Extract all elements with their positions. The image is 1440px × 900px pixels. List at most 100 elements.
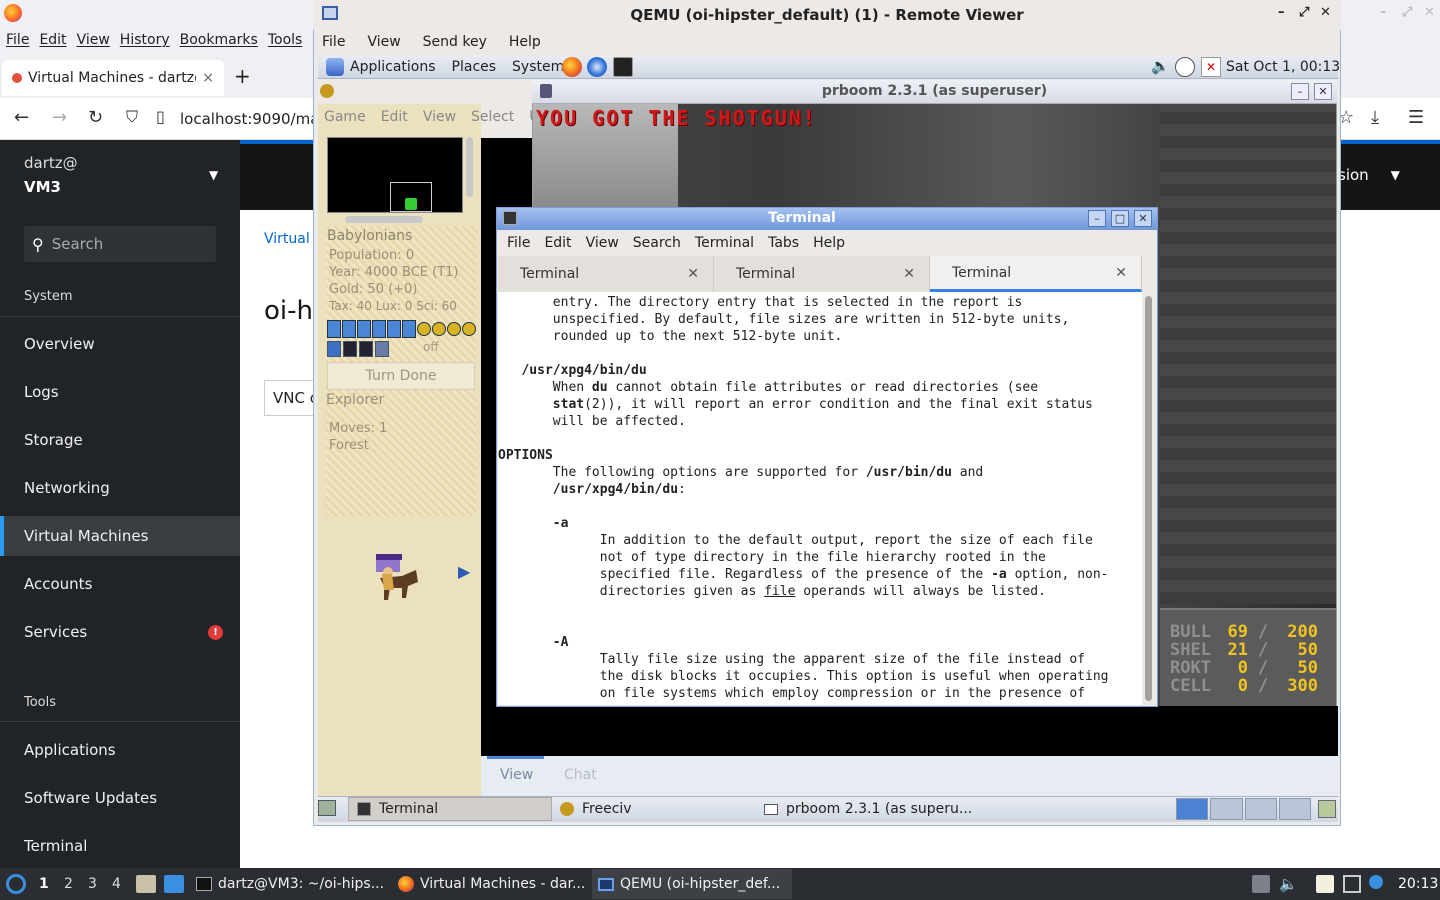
firefox-launcher-icon[interactable] bbox=[562, 57, 582, 77]
workspace-1[interactable] bbox=[1176, 798, 1209, 820]
menu-help[interactable]: Help bbox=[509, 34, 541, 50]
tab-close-icon[interactable]: × bbox=[202, 70, 214, 86]
minimap-scrollbar[interactable] bbox=[466, 137, 473, 197]
menu-terminal[interactable]: Terminal bbox=[695, 235, 754, 251]
menu-history[interactable]: History bbox=[120, 32, 170, 48]
forward-arrow-icon[interactable]: → bbox=[52, 107, 67, 128]
host-task-firefox[interactable]: Virtual Machines - dar... bbox=[392, 869, 588, 899]
hamburger-menu-icon[interactable]: ☰ bbox=[1408, 107, 1424, 128]
download-icon[interactable]: ⤓ bbox=[1371, 107, 1379, 128]
minimize-icon[interactable]: – bbox=[1088, 210, 1106, 227]
close-icon[interactable]: ✕ bbox=[1314, 83, 1332, 100]
sidebar-item-services[interactable]: Services bbox=[0, 612, 240, 652]
terminal-tab-2[interactable]: Terminal ✕ bbox=[714, 256, 930, 292]
browser-tab-virtual-machines[interactable]: Virtual Machines - dartz@ × bbox=[2, 60, 224, 96]
file-manager-icon[interactable] bbox=[136, 875, 156, 893]
sidebar-item-virtual-machines[interactable]: Virtual Machines bbox=[0, 516, 240, 556]
maximize-icon[interactable]: □ bbox=[1111, 210, 1129, 227]
sidebar-item-overview[interactable]: Overview bbox=[0, 324, 240, 364]
volume-icon[interactable]: 🔈 bbox=[1151, 57, 1171, 77]
close-icon[interactable]: ✕ bbox=[1424, 5, 1435, 20]
close-tab-icon[interactable]: ✕ bbox=[687, 266, 699, 282]
back-arrow-icon[interactable]: ← bbox=[14, 107, 29, 128]
guest-clock[interactable]: Sat Oct 1, 00:13 bbox=[1226, 59, 1340, 75]
menu-file[interactable]: File bbox=[6, 32, 29, 48]
sidebar-item-software-updates[interactable]: Software Updates bbox=[0, 778, 240, 818]
start-menu-icon[interactable] bbox=[6, 874, 26, 894]
minimize-icon[interactable]: – bbox=[1380, 5, 1387, 20]
menu-applications[interactable]: Applications bbox=[350, 59, 436, 75]
guest-task-terminal[interactable]: Terminal bbox=[348, 797, 552, 821]
search-input[interactable]: ⚲ Search bbox=[24, 226, 216, 262]
trash-icon[interactable] bbox=[1318, 800, 1336, 818]
menu-system[interactable]: System bbox=[512, 59, 564, 75]
sidebar-item-applications[interactable]: Applications bbox=[0, 730, 240, 770]
terminal-launcher-icon[interactable] bbox=[613, 57, 633, 77]
menu-tools[interactable]: Tools bbox=[268, 32, 303, 48]
workspace-1[interactable]: 1 bbox=[39, 876, 49, 892]
workspace-3[interactable] bbox=[1244, 798, 1277, 820]
host-user[interactable]: dartz@ bbox=[24, 154, 78, 172]
clock-applet-icon[interactable] bbox=[1175, 57, 1195, 77]
network-error-icon[interactable]: ✕ bbox=[1201, 57, 1221, 77]
show-desktop-icon[interactable] bbox=[318, 800, 336, 816]
close-icon[interactable]: ✕ bbox=[1134, 210, 1152, 227]
tab-chat[interactable]: Chat bbox=[564, 767, 597, 783]
sidebar-item-networking[interactable]: Networking bbox=[0, 468, 240, 508]
chevron-down-icon[interactable]: ▼ bbox=[209, 168, 218, 182]
sidebar-item-terminal[interactable]: Terminal bbox=[0, 826, 240, 866]
sidebar-item-accounts[interactable]: Accounts bbox=[0, 564, 240, 604]
show-desktop-icon[interactable] bbox=[164, 875, 184, 893]
menu-tabs[interactable]: Tabs bbox=[768, 235, 799, 251]
workspace-2[interactable]: 2 bbox=[64, 876, 73, 892]
tab-view[interactable]: View bbox=[500, 767, 533, 783]
close-tab-icon[interactable]: ✕ bbox=[903, 266, 915, 282]
freeciv-titlebar[interactable] bbox=[318, 80, 538, 104]
terminal-output[interactable]: entry. The directory entry that is selec… bbox=[498, 292, 1142, 705]
sidebar-item-logs[interactable]: Logs bbox=[0, 372, 240, 412]
workspace-3[interactable]: 3 bbox=[88, 876, 97, 892]
menu-search[interactable]: Search bbox=[633, 235, 681, 251]
tax-rate-icons[interactable] bbox=[327, 320, 476, 338]
volume-icon[interactable]: 🔈 bbox=[1279, 875, 1298, 893]
clipboard-icon[interactable] bbox=[1316, 875, 1334, 893]
reload-icon[interactable]: ↻ bbox=[88, 107, 103, 128]
upload-icon[interactable] bbox=[1252, 875, 1270, 893]
notification-icon[interactable] bbox=[1369, 875, 1383, 889]
new-tab-button[interactable]: + bbox=[234, 64, 251, 88]
turn-done-button[interactable]: Turn Done bbox=[327, 362, 475, 390]
menu-view[interactable]: View bbox=[367, 34, 400, 50]
host-task-terminal[interactable]: dartz@VM3: ~/oi-hips... bbox=[190, 869, 390, 899]
close-icon[interactable]: ✕ bbox=[1320, 5, 1331, 20]
menu-select[interactable]: Select bbox=[471, 109, 514, 125]
terminal-tab-3[interactable]: Terminal ✕ bbox=[930, 256, 1142, 292]
menu-help[interactable]: Help bbox=[813, 235, 845, 251]
workspace-4[interactable] bbox=[1278, 798, 1311, 820]
display-icon[interactable] bbox=[1343, 875, 1361, 893]
minimize-icon[interactable]: – bbox=[1278, 5, 1285, 20]
guest-task-prboom[interactable]: prboom 2.3.1 (as superu... bbox=[756, 797, 976, 821]
menu-send-key[interactable]: Send key bbox=[423, 34, 487, 50]
host-task-qemu[interactable]: QEMU (oi-hipster_def... bbox=[592, 869, 792, 899]
breadcrumb[interactable]: Virtual r bbox=[264, 231, 320, 247]
menu-view[interactable]: View bbox=[586, 235, 619, 251]
maximize-icon[interactable]: ⤢ bbox=[1299, 5, 1309, 20]
workspace-switcher[interactable] bbox=[1176, 798, 1311, 820]
minimize-icon[interactable]: – bbox=[1291, 83, 1309, 100]
minimap-scrollbar[interactable] bbox=[345, 216, 423, 223]
menu-file[interactable]: File bbox=[322, 34, 345, 50]
close-tab-icon[interactable]: ✕ bbox=[1115, 265, 1127, 281]
workspace-2[interactable] bbox=[1210, 798, 1243, 820]
menu-edit[interactable]: Edit bbox=[544, 235, 571, 251]
workspace-4[interactable]: 4 bbox=[112, 876, 121, 892]
menu-edit[interactable]: Edit bbox=[39, 32, 66, 48]
menu-places[interactable]: Places bbox=[452, 59, 497, 75]
host-name[interactable]: VM3 bbox=[24, 178, 61, 196]
sidebar-item-storage[interactable]: Storage bbox=[0, 420, 240, 460]
menu-bookmarks[interactable]: Bookmarks bbox=[180, 32, 258, 48]
menu-game[interactable]: Game bbox=[324, 109, 366, 125]
guest-task-freeciv[interactable]: Freeciv bbox=[552, 797, 756, 821]
session-menu[interactable]: sion ▼ bbox=[1338, 166, 1400, 184]
menu-edit[interactable]: Edit bbox=[381, 109, 408, 125]
scrollbar-thumb[interactable] bbox=[1145, 296, 1152, 701]
